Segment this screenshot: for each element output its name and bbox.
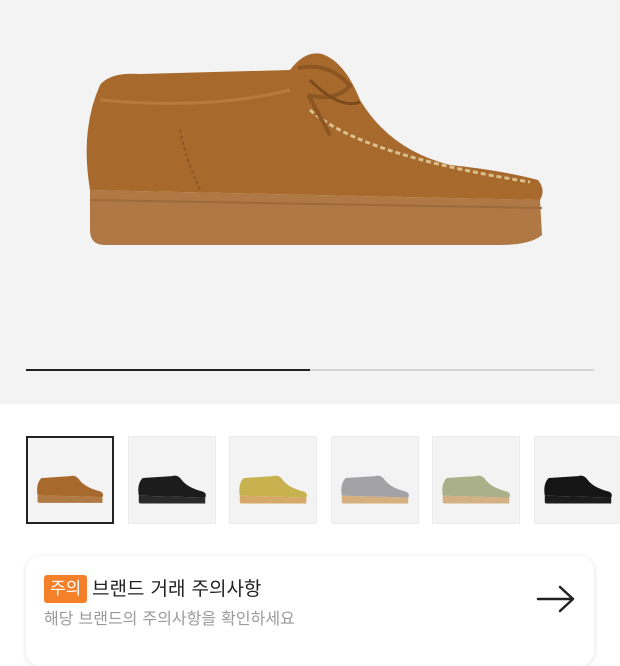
product-image-gallery[interactable]	[0, 0, 620, 404]
notice-subtitle: 해당 브랜드의 주의사항을 확인하세요	[44, 609, 295, 628]
color-thumbnail[interactable]	[229, 436, 318, 524]
notice-title: 브랜드 거래 주의사항	[92, 578, 262, 600]
color-thumbnail-strip[interactable]	[0, 436, 620, 524]
shoe-main-image	[86, 53, 543, 245]
brand-notice-card[interactable]: 주의 브랜드 거래 주의사항 해당 브랜드의 주의사항을 확인하세요	[26, 556, 594, 666]
shoe-thumbnail-image	[544, 475, 612, 504]
color-thumbnail[interactable]	[534, 436, 620, 524]
shoe-thumbnail-image	[37, 475, 104, 503]
warning-badge: 주의	[44, 575, 88, 603]
shoe-thumbnail-image	[341, 475, 409, 504]
color-thumbnail[interactable]	[432, 436, 521, 524]
gallery-progress-fill	[26, 369, 310, 371]
color-thumbnail[interactable]	[26, 436, 114, 524]
gallery-progress-track	[26, 369, 594, 371]
shoe-thumbnail-image	[239, 475, 308, 504]
color-thumbnail[interactable]	[127, 436, 216, 524]
shoe-thumbnail-image	[442, 475, 511, 504]
arrow-right-icon[interactable]	[536, 584, 576, 614]
shoe-thumbnail-image	[137, 475, 206, 504]
color-thumbnail[interactable]	[330, 436, 419, 524]
